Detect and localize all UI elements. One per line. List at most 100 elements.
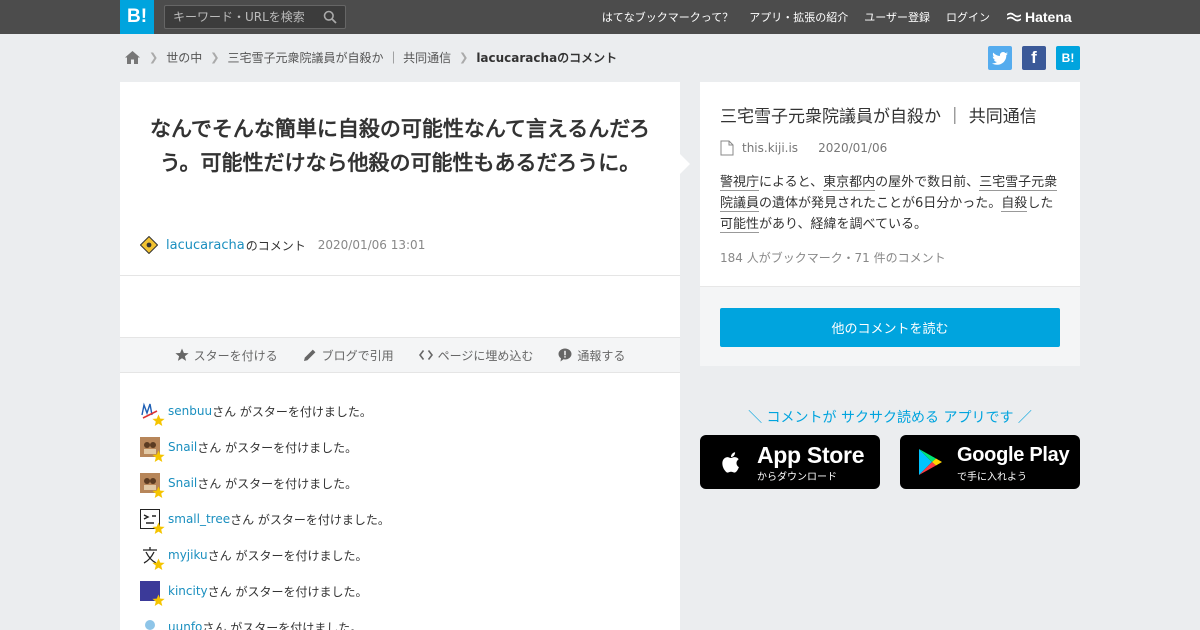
user-avatar[interactable] [140,437,165,462]
star-list-item: Snail さん がスターを付けました。 [120,465,680,501]
nav-register[interactable]: ユーザー登録 [864,9,930,25]
star-list-item: small_tree さん がスターを付けました。 [120,501,680,537]
star-user-link[interactable]: Snail [168,440,197,454]
comment-user-link[interactable]: lacucaracha [166,238,245,253]
hatena-wave-icon [1007,12,1021,22]
star-user-link[interactable]: kincity [168,584,208,598]
comment-card: なんでそんな簡単に自殺の可能性なんて言えるんだろう。可能性だけなら他殺の可能性も… [120,82,680,630]
app-store-title: App Store [757,442,865,468]
top-bar: B! はてなブックマークって？ アプリ・拡張の紹介 ユーザー登録 ログイン Ha… [0,0,1200,34]
user-avatar-icon[interactable] [140,236,158,254]
google-play-subtitle: で手に入れよう [957,472,1027,483]
hatena-bookmark-logo[interactable]: B! [120,0,154,34]
hatena-brand-text: Hatena [1025,9,1072,25]
card-pointer-arrow [680,154,690,174]
code-icon [418,350,433,360]
star-list: senbuu さん がスターを付けました。 Snail さん がスターを付けまし… [120,373,680,630]
nav-about[interactable]: はてなブックマークって？ [602,9,733,25]
app-store-subtitle: からダウンロード [757,472,837,483]
chevron-right-icon: ❯ [149,50,159,64]
keyword-link[interactable]: 可能性 [720,217,760,233]
comment-suffix: のコメント [245,238,306,253]
add-star-button[interactable]: スターを付ける [174,347,278,364]
chevron-right-icon: ❯ [459,50,469,64]
star-list-item: kincity さん がスターを付けました。 [120,573,680,609]
app-promo-text: ＼ コメントが サクサク読める アプリです ／ [748,410,1032,426]
hatena-brand-link[interactable]: Hatena [1007,0,1072,34]
add-star-label: スターを付ける [193,348,278,363]
star-text: さん がスターを付けました。 [207,584,368,599]
entry-card: 三宅雪子元衆院議員が自殺か ｜ 共同通信 this.kiji.is 2020/0… [700,82,1080,366]
search-input[interactable] [165,6,315,28]
pencil-icon [303,349,316,361]
facebook-share-button[interactable]: f [1022,46,1046,70]
google-play-badge[interactable]: Google Play で手に入れよう [900,435,1080,489]
google-play-icon [919,449,942,475]
star-user-link[interactable]: uunfo [168,620,202,630]
desc-text: によると、 [759,175,824,190]
star-user-link[interactable]: small_tree [168,512,230,526]
search-box [164,5,346,29]
twitter-bird-icon [992,51,1008,65]
star-list-item: myjiku さん がスターを付けました。 [120,537,680,573]
star-user-link[interactable]: Snail [168,476,197,490]
embed-button[interactable]: ページに埋め込む [418,347,533,364]
user-avatar[interactable] [140,401,165,426]
keyword-link[interactable]: 東京都内 [823,175,876,191]
search-icon[interactable] [323,10,337,24]
star-list-item: senbuu さん がスターを付けました。 [120,393,680,429]
user-avatar[interactable] [140,545,165,570]
hatena-share-button[interactable]: B! [1056,46,1080,70]
star-text: さん がスターを付けました。 [197,476,358,491]
comment-date[interactable]: 2020/01/06 13:01 [318,238,426,252]
read-other-comments-button[interactable]: 他のコメントを読む [720,308,1060,347]
desc-text: の屋外で数日前、 [875,175,980,190]
entry-stats[interactable]: 184 人がブックマーク・71 件のコメント [720,249,946,266]
nav-login[interactable]: ログイン [946,9,990,25]
comment-meta: lacucaracha のコメント 2020/01/06 13:01 [140,236,425,254]
comment-main: なんでそんな簡単に自殺の可能性なんて言えるんだろう。可能性だけなら他殺の可能性も… [120,82,680,276]
apple-icon [722,452,739,473]
blog-quote-button[interactable]: ブログで引用 [303,347,394,364]
user-avatar[interactable] [140,581,165,606]
star-text: さん がスターを付けました。 [230,512,390,527]
breadcrumb-entry[interactable]: 三宅雪子元衆院議員が自殺か ｜ 共同通信 [227,49,451,66]
entry-domain-link[interactable]: this.kiji.is [742,141,798,155]
comment-actions: スターを付ける ブログで引用 ページに埋め込む 通報する [120,338,680,373]
star-user-link[interactable]: myjiku [168,548,208,562]
star-list-item: uunfo さん がスターを付けました。 [120,609,680,630]
yellow-star-icon [152,414,165,426]
desc-text: があり、経緯を調べている。 [759,217,927,232]
entry-title-link[interactable]: 三宅雪子元衆院議員が自殺か ｜ 共同通信 [720,102,1037,127]
yellow-star-icon [152,450,165,462]
star-text: さん がスターを付けました。 [207,548,368,563]
keyword-link[interactable]: 自殺 [1001,196,1028,212]
yellow-star-icon [152,594,165,606]
report-label: 通報する [577,348,626,363]
star-icon [174,348,189,361]
star-text: さん がスターを付けました。 [197,440,358,455]
facebook-icon: f [1031,48,1037,67]
home-icon[interactable] [124,50,141,65]
entry-footer: 他のコメントを読む [700,286,1080,366]
star-user-link[interactable]: senbuu [168,404,212,418]
entry-meta: this.kiji.is 2020/01/06 [720,140,887,156]
user-avatar[interactable] [140,617,160,630]
keyword-link[interactable]: 警視庁 [720,175,760,191]
entry-description: 警視庁によると、東京都内の屋外で数日前、三宅雪子元衆院議員の遺体が発見されたこと… [720,172,1065,235]
app-store-badge[interactable]: App Store からダウンロード [700,435,880,489]
nav-apps[interactable]: アプリ・拡張の紹介 [749,9,848,25]
entry-date: 2020/01/06 [818,141,888,155]
star-list-item: Snail さん がスターを付けました。 [120,429,680,465]
report-icon [558,348,572,362]
report-button[interactable]: 通報する [558,347,625,364]
star-text: さん がスターを付けました。 [202,620,363,630]
twitter-share-button[interactable] [988,46,1012,70]
user-avatar[interactable] [140,509,165,534]
user-avatar[interactable] [140,473,165,498]
desc-text: の遺体が発見されたことが6日分かった。 [759,196,1002,211]
yellow-star-icon [152,486,165,498]
breadcrumb-category[interactable]: 世の中 [166,49,202,66]
star-area [120,276,680,338]
comment-text: なんでそんな簡単に自殺の可能性なんて言えるんだろう。可能性だけなら他殺の可能性も… [149,117,650,175]
